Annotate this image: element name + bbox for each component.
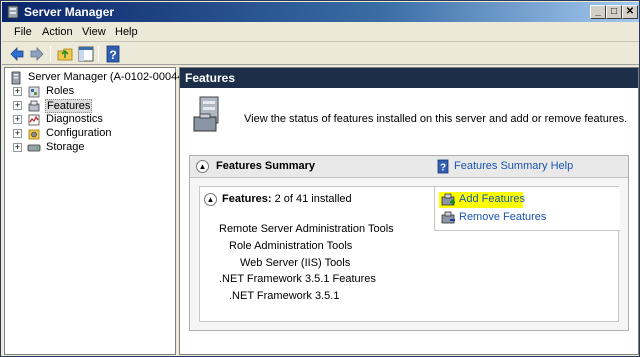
svg-text:?: ? (109, 48, 116, 62)
forward-icon[interactable] (28, 45, 46, 63)
features-icon (28, 100, 40, 112)
expand-icon[interactable]: + (13, 143, 22, 152)
features-content: View the status of features installed on… (180, 89, 638, 345)
configuration-icon (28, 129, 40, 140)
features-count-line: Features: 2 of 41 installed (222, 193, 352, 205)
features-summary-header[interactable]: ▲ Features Summary ? Features Summary He… (190, 156, 628, 178)
tree-label: Diagnostics (46, 113, 103, 125)
maximize-button[interactable]: □ (606, 5, 622, 19)
minimize-button[interactable]: _ (590, 5, 606, 19)
expand-icon[interactable]: + (13, 129, 22, 138)
tree-label: Configuration (46, 127, 112, 139)
close-button[interactable]: ✕ (622, 5, 638, 19)
remove-features-button[interactable]: Remove Features (439, 210, 609, 226)
diagnostics-icon (28, 114, 40, 126)
back-icon[interactable] (8, 45, 26, 63)
svg-text:?: ? (440, 163, 446, 174)
help-icon[interactable]: ? (104, 45, 122, 63)
features-pane: Features View the status of features ins… (179, 67, 639, 355)
pane-title: Features (185, 71, 236, 85)
intro-description: View the status of features installed on… (244, 113, 628, 125)
roles-icon (28, 86, 40, 98)
menu-file[interactable]: File (14, 26, 32, 38)
tree-label: Roles (46, 85, 75, 97)
tree-label: Storage (46, 141, 85, 153)
collapse-icon[interactable]: ▲ (196, 160, 209, 173)
server-icon (11, 71, 21, 85)
features-large-icon (193, 96, 219, 132)
tree-item-roles[interactable]: + Roles (7, 85, 175, 99)
features-summary-help-link[interactable]: Features Summary Help (454, 160, 573, 172)
tree-item-diagnostics[interactable]: + Diagnostics (7, 113, 175, 127)
tree-label: Server Manager (A-0102-000448) (28, 71, 194, 83)
expand-icon[interactable]: + (13, 115, 22, 124)
tree-item-features[interactable]: + Features (7, 99, 175, 113)
features-actions: Add Features Remove Features (434, 187, 620, 231)
help-book-icon: ? (437, 159, 449, 174)
server-manager-icon (7, 5, 19, 19)
tree-item-storage[interactable]: + Storage (7, 141, 175, 155)
installed-feature: Web Server (IIS) Tools (240, 257, 351, 269)
menu-view[interactable]: View (82, 26, 106, 38)
features-count: 2 of 41 installed (274, 193, 352, 205)
installed-feature: Role Administration Tools (229, 240, 353, 252)
features-details: ▲ Features: 2 of 41 installed Remote Ser… (199, 186, 620, 322)
up-folder-icon[interactable] (56, 45, 74, 63)
title-bar[interactable]: Server Manager _ □ ✕ (2, 2, 639, 22)
features-label: Features: (222, 193, 272, 205)
installed-feature: .NET Framework 3.5.1 Features (219, 273, 376, 285)
add-features-button[interactable]: Add Features (439, 192, 609, 208)
tree-item-server-manager[interactable]: Server Manager (A-0102-000448) (7, 71, 193, 85)
expand-icon[interactable]: + (13, 101, 22, 110)
toolbar-separator (50, 46, 51, 62)
menu-action[interactable]: Action (42, 26, 73, 38)
expand-icon[interactable]: + (13, 87, 22, 96)
server-manager-window: Server Manager _ □ ✕ File Action View He… (0, 0, 640, 357)
remove-features-label: Remove Features (459, 211, 547, 223)
toolbar-separator (98, 46, 99, 62)
add-features-label: Add Features (459, 193, 526, 205)
toolbar: ? (2, 43, 639, 65)
tree-label: Features (45, 99, 93, 113)
storage-icon (27, 144, 41, 152)
menu-bar: File Action View Help (2, 23, 639, 42)
features-summary-title: Features Summary (216, 160, 316, 172)
installed-feature: Remote Server Administration Tools (219, 223, 394, 235)
navigation-tree: Server Manager (A-0102-000448) + Roles +… (4, 67, 193, 355)
menu-help[interactable]: Help (115, 26, 138, 38)
installed-feature: .NET Framework 3.5.1 (229, 290, 340, 302)
collapse-icon[interactable]: ▲ (204, 193, 217, 206)
show-hide-tree-icon[interactable] (77, 45, 95, 63)
features-summary-panel: ▲ Features Summary ? Features Summary He… (189, 155, 629, 331)
pane-header: Features (180, 68, 638, 88)
add-features-icon (441, 193, 455, 206)
remove-features-icon (441, 211, 455, 224)
window-title: Server Manager (24, 5, 115, 19)
tree-item-configuration[interactable]: + Configuration (7, 127, 175, 141)
